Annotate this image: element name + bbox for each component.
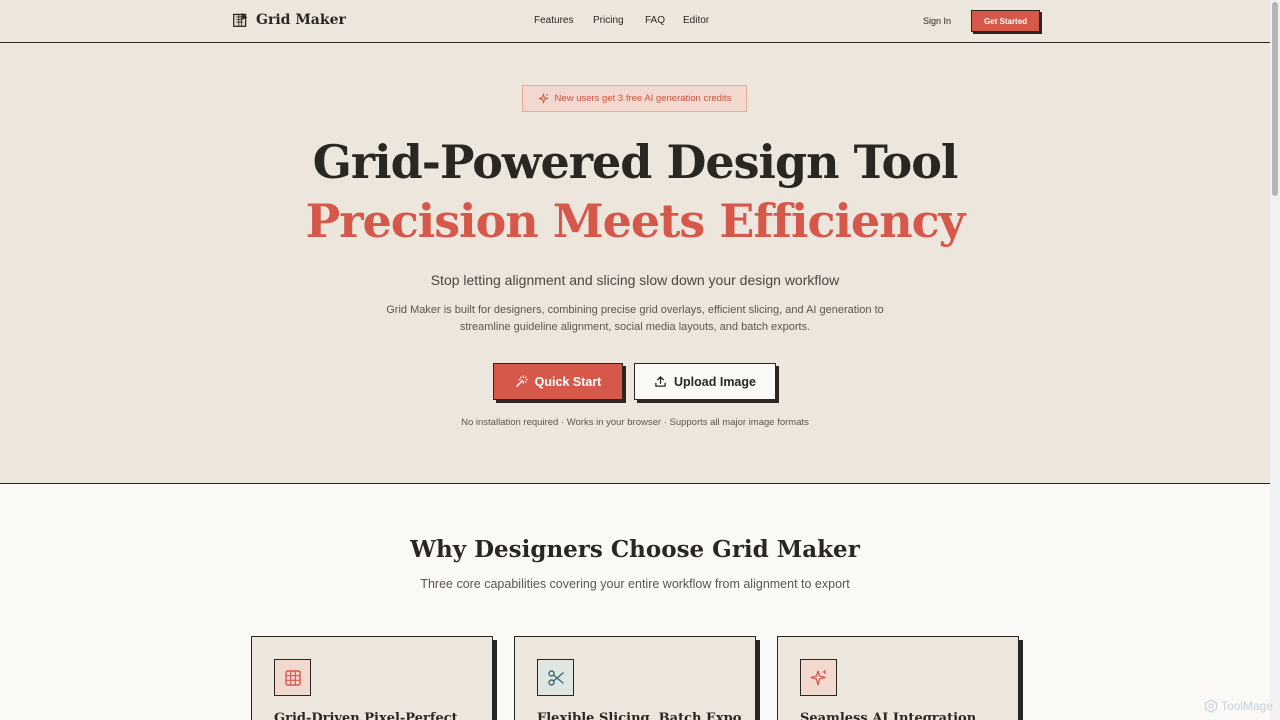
- promo-badge-text: New users get 3 free AI generation credi…: [554, 93, 732, 104]
- hero-subtitle: Stop letting alignment and slicing slow …: [430, 272, 840, 288]
- feature-card-slicing: Flexible Slicing, Batch Export: [514, 636, 756, 720]
- hero-section: New users get 3 free AI generation credi…: [0, 43, 1270, 484]
- hero-title-accent: Precision Meets Efficiency: [305, 194, 966, 248]
- site-header: Grid Maker Features Pricing FAQ Editor S…: [0, 0, 1270, 43]
- feature-card-title: Grid-Driven Pixel-Perfect: [274, 711, 458, 720]
- features-title: Why Designers Choose Grid Maker: [410, 536, 860, 563]
- scissors-icon: [537, 659, 574, 696]
- upload-icon: [655, 376, 666, 387]
- feature-card-title: Flexible Slicing, Batch Export: [537, 711, 742, 720]
- hero-note: No installation required · Works in your…: [461, 417, 809, 428]
- feature-card-ai: Seamless AI Integration: [777, 636, 1019, 720]
- hero-title: Grid-Powered Design Tool: [312, 135, 959, 189]
- upload-image-label: Upload Image: [674, 374, 756, 389]
- sign-in-link[interactable]: Sign In: [923, 16, 951, 26]
- scrollbar-thumb[interactable]: [1272, 2, 1278, 196]
- feature-card-grid: Grid-Driven Pixel-Perfect: [251, 636, 493, 720]
- feature-card-title: Seamless AI Integration: [800, 711, 977, 720]
- hero-description: Grid Maker is built for designers, combi…: [386, 304, 884, 333]
- watermark-logo-icon: [1204, 699, 1218, 713]
- magic-wand-icon: [515, 375, 528, 387]
- page-scrollbar[interactable]: [1270, 0, 1280, 720]
- nav-faq[interactable]: FAQ: [645, 15, 665, 26]
- watermark: ToolMage: [1204, 699, 1273, 713]
- nav-features[interactable]: Features: [534, 15, 573, 26]
- nav-editor[interactable]: Editor: [683, 15, 709, 26]
- sparkle-icon: [538, 93, 548, 104]
- grid-icon: [274, 659, 311, 696]
- features-subtitle: Three core capabilities covering your en…: [420, 577, 850, 591]
- get-started-button[interactable]: Get Started: [971, 10, 1040, 32]
- quick-start-label: Quick Start: [534, 374, 602, 389]
- quick-start-button[interactable]: Quick Start: [493, 363, 623, 400]
- nav-pricing[interactable]: Pricing: [593, 15, 624, 26]
- promo-badge: New users get 3 free AI generation credi…: [522, 85, 747, 112]
- upload-image-button[interactable]: Upload Image: [634, 363, 776, 400]
- main-nav: Features Pricing FAQ Editor: [0, 15, 1270, 29]
- watermark-text: ToolMage: [1221, 699, 1274, 713]
- sparkle-icon: [800, 659, 837, 696]
